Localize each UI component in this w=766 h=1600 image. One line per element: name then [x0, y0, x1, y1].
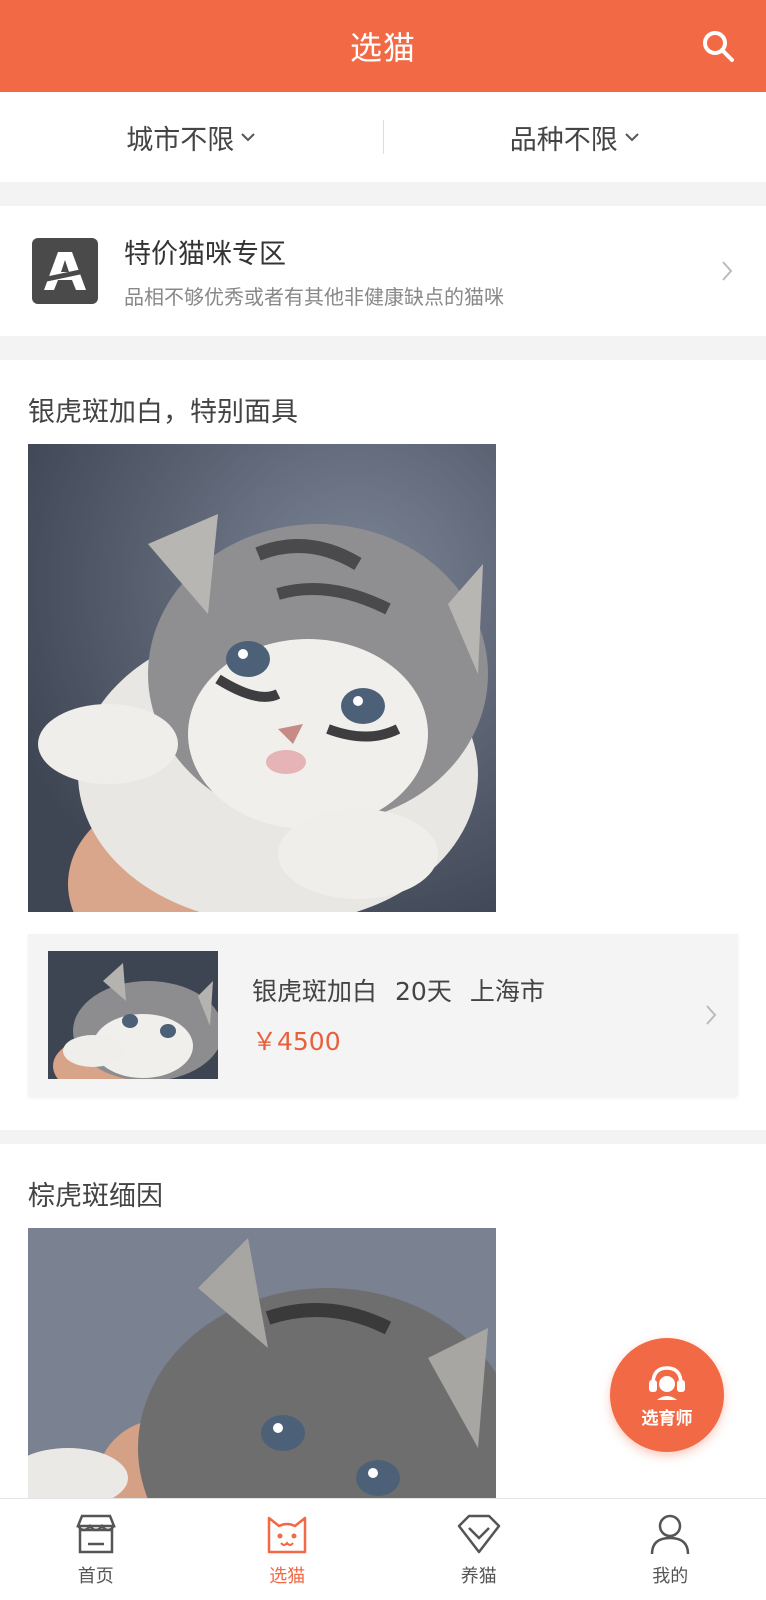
breed-filter[interactable]: 品种不限 — [384, 118, 766, 157]
city-label: 上海市 — [469, 977, 545, 1006]
tab-home[interactable]: 首页 — [0, 1499, 192, 1600]
top-bar: 选猫 — [0, 0, 766, 92]
city-filter-label: 城市不限 — [126, 124, 235, 156]
page-title: 选猫 — [349, 29, 416, 67]
listing-title: 银虎斑加白，特别面具 — [28, 397, 298, 428]
chevron-down-icon — [625, 133, 639, 142]
city-filter[interactable]: 城市不限 — [0, 118, 383, 157]
promo-title: 特价猫咪专区 — [124, 239, 286, 270]
search-icon[interactable] — [700, 28, 736, 64]
price-label: ￥4500 — [252, 1027, 341, 1056]
age-label: 20天 — [395, 977, 452, 1006]
breed-filter-label: 品种不限 — [509, 124, 618, 156]
cat-photo[interactable] — [28, 1228, 496, 1508]
chevron-down-icon — [241, 133, 255, 142]
filter-bar: 城市不限 品种不限 — [0, 92, 766, 182]
breeder-advisor-button[interactable]: 选育师 — [610, 1338, 724, 1452]
tab-raise-cat[interactable]: 养猫 — [383, 1499, 575, 1600]
shop-icon — [75, 1514, 116, 1553]
tab-raise-cat-label: 养猫 — [460, 1565, 497, 1587]
listing-detail-row[interactable]: 银虎斑加白 20天 上海市 ￥4500 — [28, 934, 738, 1096]
chevron-right-icon — [722, 261, 733, 281]
headset-icon — [649, 1365, 685, 1400]
user-icon — [651, 1514, 690, 1554]
discount-logo-icon — [32, 238, 98, 304]
tab-profile[interactable]: 我的 — [575, 1499, 766, 1600]
fab-label: 选育师 — [641, 1408, 693, 1429]
tab-choose-cat-label: 选猫 — [269, 1565, 306, 1587]
chevron-right-icon — [706, 1005, 717, 1025]
promo-text: 特价猫咪专区 品相不够优秀或者有其他非健康缺点的猫咪 — [124, 232, 720, 310]
cat-thumbnail — [48, 951, 218, 1079]
breed-label: 银虎斑加白 — [252, 977, 378, 1006]
promo-subtitle: 品相不够优秀或者有其他非健康缺点的猫咪 — [124, 285, 504, 309]
tab-profile-label: 我的 — [652, 1565, 689, 1587]
cat-photo[interactable] — [28, 444, 496, 912]
tab-choose-cat[interactable]: 选猫 — [192, 1499, 384, 1600]
tab-home-label: 首页 — [77, 1565, 114, 1587]
listing-title: 棕虎斑缅因 — [28, 1181, 163, 1212]
listing-meta: 银虎斑加白 20天 上海市 — [252, 972, 704, 1008]
cat-listing-card: 银虎斑加白，特别面具 银虎斑加白 20天 上海市 ￥4500 — [0, 360, 766, 1130]
diamond-icon — [457, 1514, 500, 1553]
bottom-tab-bar: 首页 选猫 养猫 我的 — [0, 1498, 766, 1600]
listing-detail-text: 银虎斑加白 20天 上海市 ￥4500 — [252, 972, 704, 1058]
cat-face-icon — [268, 1516, 307, 1553]
discount-cats-banner[interactable]: 特价猫咪专区 品相不够优秀或者有其他非健康缺点的猫咪 — [0, 206, 766, 336]
